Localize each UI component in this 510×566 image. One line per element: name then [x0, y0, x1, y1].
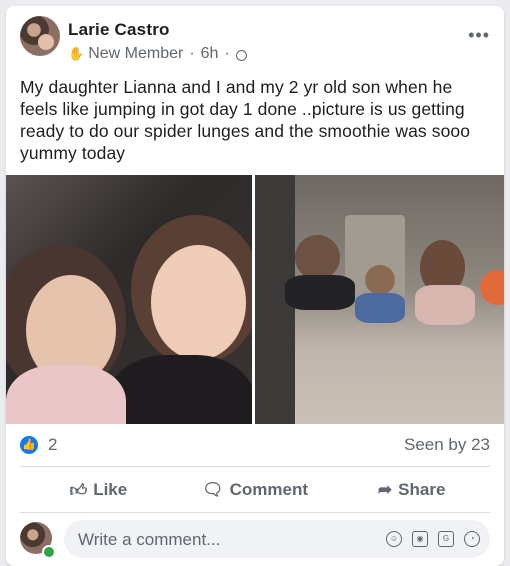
post-meta: ✋ New Member · 6h · — [68, 45, 247, 63]
reaction-count[interactable]: 2 — [48, 435, 57, 455]
gif-icon[interactable]: G — [438, 531, 454, 547]
post-text: My daughter Lianna and I and my 2 yr old… — [20, 77, 471, 163]
member-badge[interactable]: New Member — [88, 45, 183, 63]
emoji-icon[interactable]: ☺ — [386, 531, 402, 547]
member-badge-icon: ✋ — [68, 46, 85, 61]
comment-input[interactable] — [76, 520, 370, 560]
seen-by[interactable]: Seen by 23 — [404, 435, 490, 455]
post-card: Larie Castro ✋ New Member · 6h · ••• My … — [6, 6, 504, 566]
author-name[interactable]: Larie Castro — [68, 20, 170, 40]
speech-bubble-icon: 🗨︎ — [202, 480, 224, 499]
online-status-dot — [42, 545, 56, 559]
comment-box[interactable]: ☺ ◉ G ◔ — [64, 520, 490, 560]
comment-button[interactable]: 🗨︎ Comment — [177, 472, 334, 508]
share-button[interactable]: ➦ Share — [333, 472, 490, 508]
post-time[interactable]: 6h — [201, 45, 219, 63]
photo-selfie[interactable] — [6, 175, 252, 424]
post-header: Larie Castro ✋ New Member · 6h · ••• — [20, 16, 490, 68]
divider — [20, 512, 490, 513]
sticker-icon[interactable]: ◔ — [464, 531, 480, 547]
like-button[interactable]: 👍︎ Like — [20, 472, 177, 508]
reactions-bar: 👍 2 Seen by 23 — [20, 434, 490, 458]
divider — [20, 466, 490, 467]
like-reaction-icon[interactable]: 👍 — [20, 436, 38, 454]
camera-icon[interactable]: ◉ — [412, 531, 428, 547]
more-options-icon[interactable]: ••• — [468, 26, 490, 44]
comment-composer: ☺ ◉ G ◔ — [20, 518, 490, 560]
share-arrow-icon: ➦ — [377, 480, 393, 499]
privacy-globe-icon[interactable] — [235, 49, 247, 61]
action-bar: 👍︎ Like 🗨︎ Comment ➦ Share — [20, 472, 490, 508]
photo-grid — [6, 175, 504, 424]
thumbs-up-icon: 👍︎ — [69, 480, 88, 500]
photo-family[interactable] — [255, 175, 504, 424]
author-avatar[interactable] — [20, 16, 60, 56]
